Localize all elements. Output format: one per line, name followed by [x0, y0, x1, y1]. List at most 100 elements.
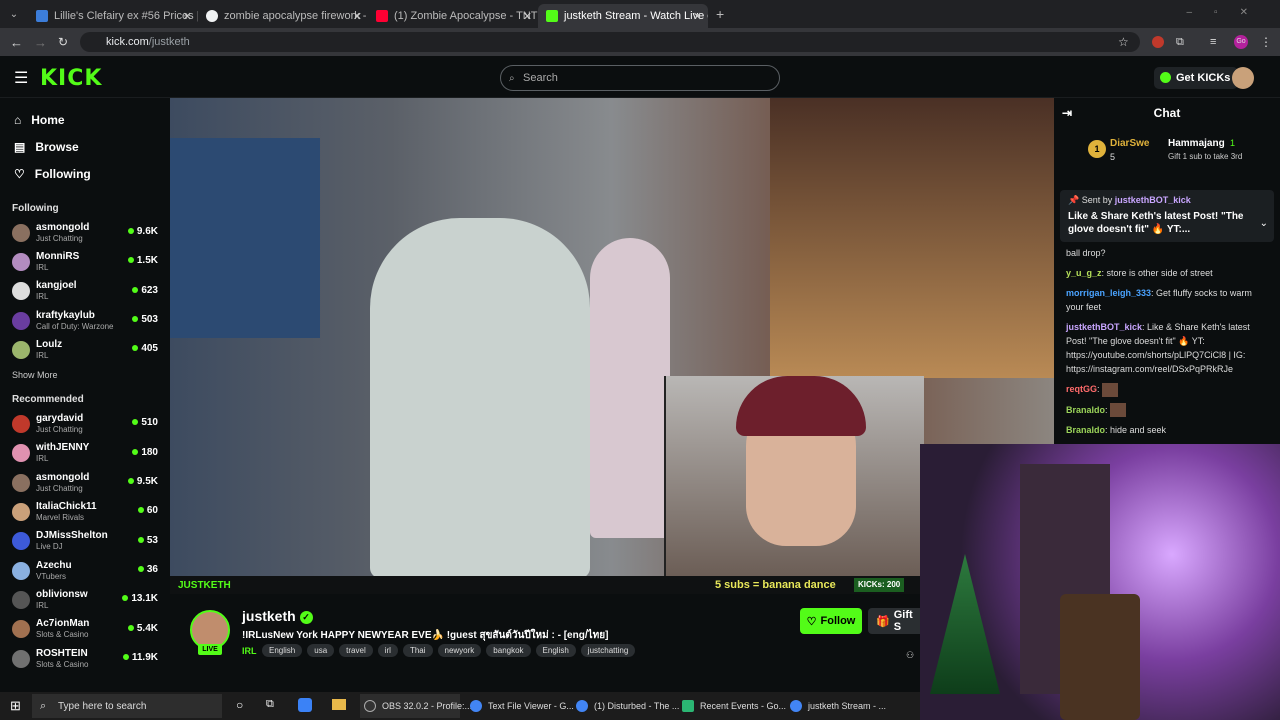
tag[interactable]: irl — [377, 644, 398, 657]
channel-name: kangjoel — [36, 280, 77, 292]
channel-name: MonniRS — [36, 250, 80, 262]
taskbar-app-chrome[interactable]: (1) Disturbed - The ... — [572, 694, 679, 718]
pinned-message[interactable]: 📌 Sent by justkethBOT_kick Like & Share … — [1060, 190, 1274, 242]
channel-item[interactable]: kangjoel IRL 623 — [0, 277, 170, 306]
channel-item[interactable]: MonniRS IRL 1.5K — [0, 247, 170, 276]
taskbar-app-chrome[interactable]: Text File Viewer - G... — [466, 694, 574, 718]
stream-category[interactable]: IRL — [242, 646, 257, 656]
channel-item[interactable]: Ac7ionMan Slots & Casino 5.4K — [0, 615, 170, 644]
channel-item[interactable]: Loulz IRL 405 — [0, 335, 170, 364]
tag[interactable]: usa — [307, 644, 335, 657]
channel-item[interactable]: DJMissShelton Live DJ 53 — [0, 527, 170, 556]
browser-menu-icon[interactable]: ⋮ — [1260, 35, 1272, 49]
chat-username[interactable]: reqtGG — [1066, 384, 1097, 394]
tag[interactable]: bangkok — [486, 644, 531, 657]
channel-avatar — [12, 473, 30, 492]
close-tab-icon[interactable]: ✕ — [523, 10, 532, 23]
chat-username[interactable]: Branaldo — [1066, 425, 1105, 435]
new-tab-button[interactable]: + — [716, 6, 724, 22]
show-more-button[interactable]: Show More — [0, 364, 170, 382]
chat-text: : store is other side of street — [1101, 268, 1213, 278]
tag[interactable]: newyork — [437, 644, 482, 657]
guest-figure — [590, 238, 670, 538]
chat-username[interactable]: Branaldo — [1066, 405, 1105, 415]
extension-icon[interactable] — [1152, 36, 1164, 48]
kick-logo[interactable]: KICK — [40, 66, 102, 91]
chat-username[interactable]: justkethBOT_kick — [1066, 322, 1142, 332]
profile-avatar[interactable]: Go — [1234, 35, 1248, 49]
channel-item[interactable]: asmongold Just Chatting 9.5K — [0, 468, 170, 497]
tag[interactable]: English — [262, 644, 303, 657]
user-avatar[interactable] — [1232, 67, 1254, 89]
tab-list-icon[interactable]: ⌄ — [0, 0, 28, 28]
christmas-tree-image — [930, 554, 1000, 694]
channel-name: asmongold — [36, 221, 90, 233]
browser-tab-4[interactable]: justketh Stream - Watch Live o ✕ — [538, 4, 708, 28]
channel-item[interactable]: kraftykaylub Call of Duty: Warzone 503 — [0, 306, 170, 335]
channel-item[interactable]: ItaliaChick11 Marvel Rivals 60 — [0, 497, 170, 526]
task-view-icon[interactable]: ⧉ — [266, 698, 274, 711]
tag[interactable]: Thai — [402, 644, 433, 657]
nav-home[interactable]: ⌂ Home — [0, 106, 170, 133]
browser-tab-1[interactable]: Lillie's Clefairy ex #56 Prices | P ✕ — [28, 4, 198, 28]
follow-button[interactable]: ♡ Follow — [800, 608, 862, 634]
close-tab-icon[interactable]: ✕ — [693, 10, 702, 23]
viewer-count: 5.4K — [128, 623, 158, 634]
forward-icon[interactable]: → — [34, 35, 47, 50]
windows-start-icon[interactable]: ⊞ — [10, 698, 21, 714]
viewer-count: 180 — [132, 447, 158, 458]
channel-item[interactable]: Azechu VTubers 36 — [0, 556, 170, 585]
nav-browse[interactable]: ▤ Browse — [0, 133, 170, 160]
channel-item[interactable]: oblivionsw IRL 13.1K — [0, 585, 170, 614]
pinned-by-label: Sent by — [1081, 195, 1113, 205]
hamburger-menu-icon[interactable]: ☰ — [14, 68, 28, 88]
streamer-name[interactable]: justketh ✓ — [242, 608, 313, 624]
media-control-icon[interactable]: ≡ — [1210, 36, 1216, 48]
channel-name: asmongold — [36, 471, 90, 483]
channel-item[interactable]: garydavid Just Chatting 510 — [0, 409, 170, 438]
browser-tab-3[interactable]: (1) Zombie Apocalypse - TNT F ✕ — [368, 4, 538, 28]
close-tab-icon[interactable]: ✕ — [183, 10, 192, 23]
taskbar-app-obs[interactable]: OBS 32.0.2 - Profile:... — [360, 694, 472, 718]
channel-avatar — [12, 620, 30, 639]
kicks-counter: KICKs: 200 — [854, 578, 905, 592]
close-tab-icon[interactable]: ✕ — [353, 10, 362, 23]
streamer-figure — [370, 218, 590, 578]
channel-category: Just Chatting — [36, 425, 83, 435]
tag[interactable]: justchatting — [580, 644, 636, 657]
bookmark-star-icon[interactable]: ☆ — [1118, 35, 1129, 49]
taskbar-app-chrome[interactable]: justketh Stream - ... — [786, 694, 896, 718]
browser-tab-2[interactable]: zombie apocalypse firework - G ✕ — [198, 4, 368, 28]
channel-avatar — [12, 649, 30, 668]
channel-category: IRL — [36, 262, 49, 272]
tag[interactable]: English — [535, 644, 576, 657]
channel-category: IRL — [36, 600, 49, 610]
copilot-icon[interactable] — [298, 698, 312, 712]
collapse-chat-icon[interactable]: ⇥ — [1062, 106, 1072, 120]
nav-following[interactable]: ♡ Following — [0, 160, 170, 187]
file-explorer-icon[interactable] — [332, 699, 346, 710]
chevron-down-icon[interactable]: ⌄ — [1260, 218, 1268, 229]
home-icon: ⌂ — [14, 112, 22, 127]
stream-title: !IRLusNew York HAPPY NEWYEAR EVE🍌 !guest… — [242, 630, 609, 641]
url-path: /justketh — [148, 36, 190, 48]
live-badge: LIVE — [198, 644, 222, 655]
get-kicks-button[interactable]: Get KICKs — [1154, 67, 1239, 89]
address-bar: ← → ↻ kick.com/justketh ☆ ⧉ ≡ Go ⋮ — [0, 28, 1280, 56]
puzzle-extensions-icon[interactable]: ⧉ — [1176, 36, 1184, 49]
tag[interactable]: travel — [339, 644, 373, 657]
reload-icon[interactable]: ↻ — [58, 35, 68, 49]
channel-item[interactable]: asmongold Just Chatting 9.6K — [0, 218, 170, 247]
search-input[interactable]: ⌕ Search — [500, 65, 780, 91]
channel-item[interactable]: withJENNY IRL 180 — [0, 439, 170, 468]
taskbar-search[interactable]: ⌕ Type here to search — [32, 694, 222, 718]
channel-item[interactable]: ROSHTEIN Slots & Casino 11.9K — [0, 644, 170, 673]
taskbar-app-events[interactable]: Recent Events - Go... — [678, 694, 786, 718]
window-controls[interactable]: –▫✕ — [1187, 7, 1271, 18]
gift-sub-button[interactable]: 🎁 Gift S — [868, 608, 920, 634]
cortana-icon[interactable]: ○ — [236, 698, 243, 712]
chat-username[interactable]: y_u_g_z — [1066, 268, 1102, 278]
url-field[interactable]: kick.com/justketh — [80, 32, 1140, 52]
back-icon[interactable]: ← — [10, 35, 23, 50]
chat-username[interactable]: morrigan_leigh_333 — [1066, 288, 1151, 298]
